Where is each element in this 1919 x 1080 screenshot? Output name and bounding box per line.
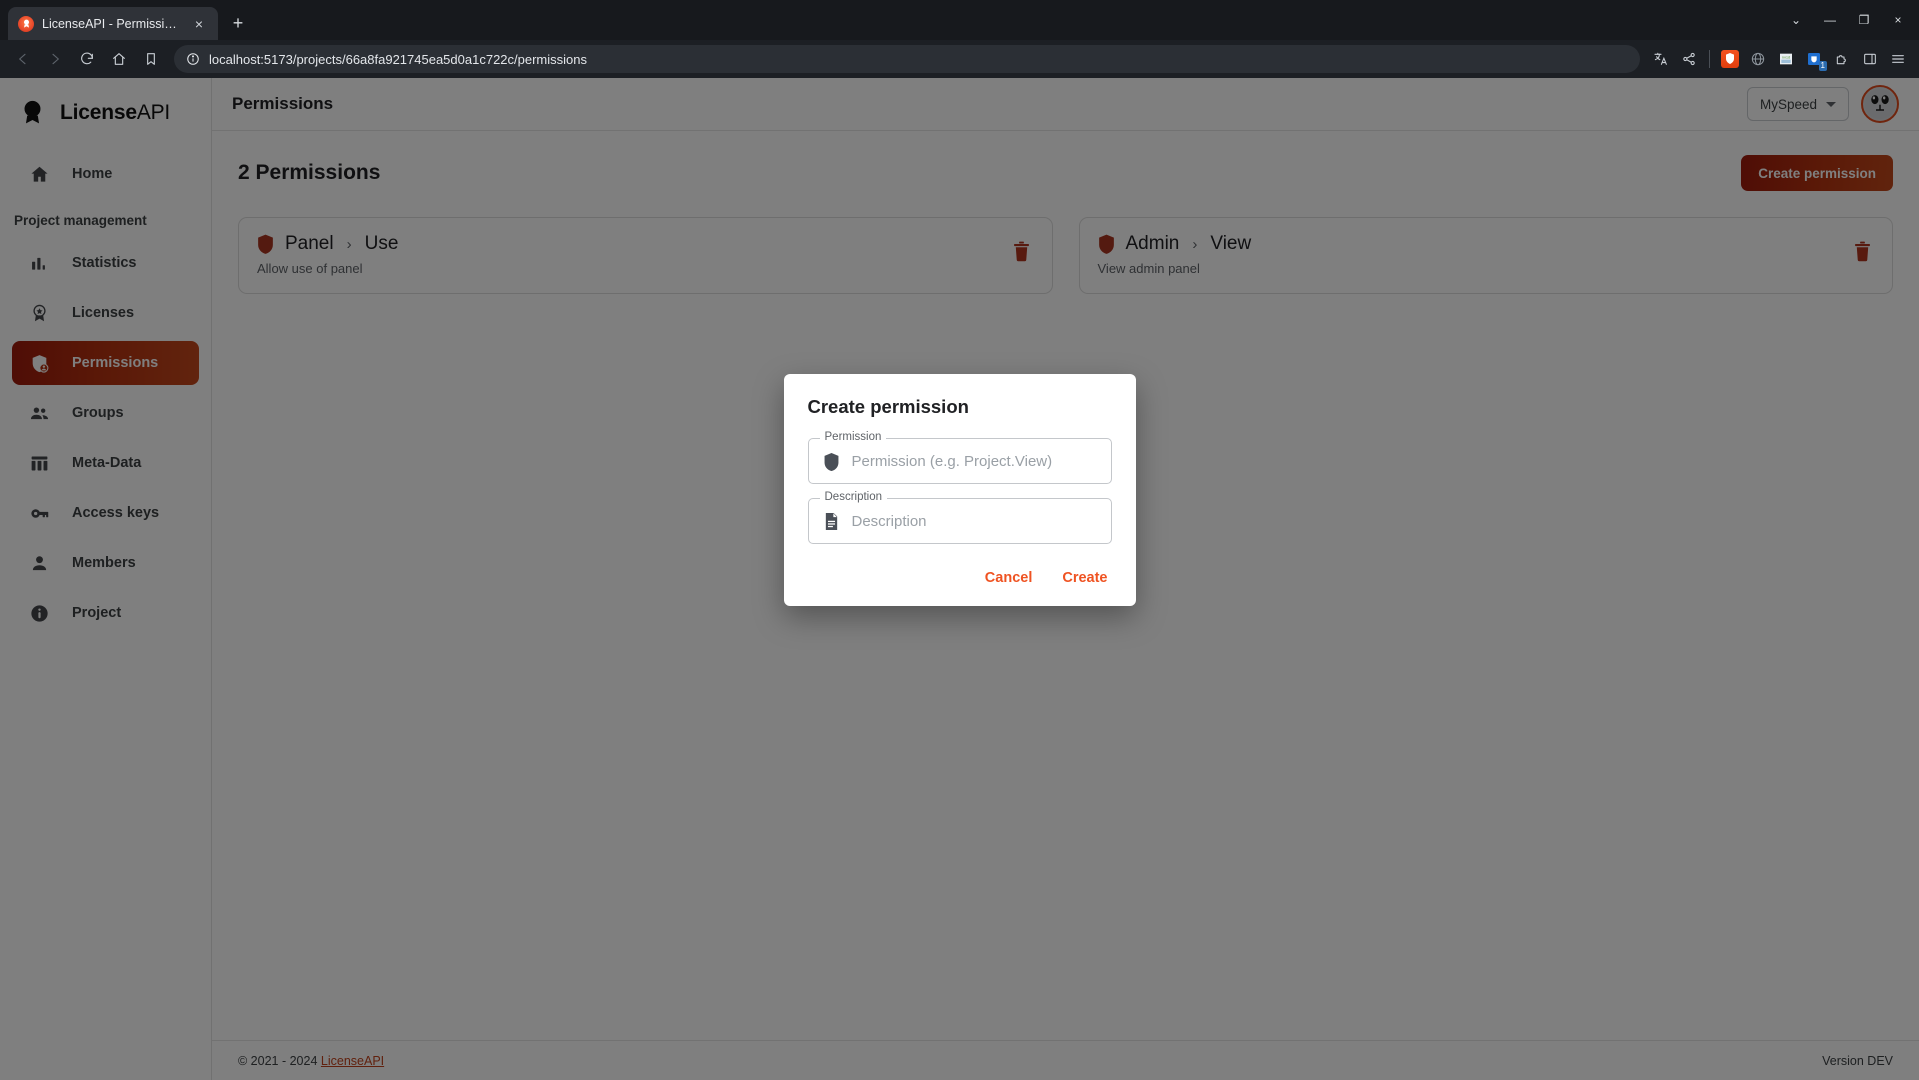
description-field-legend: Description bbox=[819, 491, 888, 503]
browser-toolbar: localhost:5173/projects/66a8fa921745ea5d… bbox=[0, 40, 1919, 78]
tab-favicon-icon bbox=[18, 15, 34, 32]
back-arrow-icon[interactable] bbox=[8, 44, 38, 74]
description-input[interactable] bbox=[851, 512, 1097, 530]
extension-badge-count: 1 bbox=[1818, 61, 1827, 71]
toolbar-divider bbox=[1709, 50, 1710, 68]
shield-icon bbox=[823, 452, 841, 471]
create-button[interactable]: Create bbox=[1060, 566, 1109, 590]
description-field[interactable]: Description bbox=[807, 491, 1112, 544]
brave-shields-icon[interactable] bbox=[1717, 46, 1743, 72]
bookmark-icon[interactable] bbox=[136, 44, 166, 74]
dialog-actions: Cancel Create bbox=[808, 566, 1112, 590]
maximize-button[interactable]: ❐ bbox=[1849, 8, 1879, 32]
window-close-button[interactable]: × bbox=[1883, 8, 1913, 32]
tab-strip: LicenseAPI - Permissions × + ⌄ — ❐ × bbox=[0, 0, 1919, 40]
url-bar[interactable]: localhost:5173/projects/66a8fa921745ea5d… bbox=[174, 45, 1640, 73]
minimize-button[interactable]: — bbox=[1815, 8, 1845, 32]
permission-input[interactable] bbox=[851, 452, 1097, 470]
permission-field[interactable]: Permission bbox=[807, 431, 1112, 484]
permission-field-legend: Permission bbox=[819, 431, 887, 443]
browser-window: LicenseAPI - Permissions × + ⌄ — ❐ × loc… bbox=[0, 0, 1919, 1080]
sidebar-panel-icon[interactable] bbox=[1857, 46, 1883, 72]
tab-close-icon[interactable]: × bbox=[190, 15, 208, 33]
create-permission-dialog: Create permission Permission Description bbox=[783, 374, 1136, 606]
cancel-button[interactable]: Cancel bbox=[983, 566, 1035, 590]
home-icon[interactable] bbox=[104, 44, 134, 74]
page-viewport: LicenseAPI Home Project management Stati… bbox=[0, 78, 1919, 1080]
reload-icon[interactable] bbox=[72, 44, 102, 74]
document-icon bbox=[823, 512, 841, 531]
dialog-title: Create permission bbox=[807, 396, 969, 417]
tab-title: LicenseAPI - Permissions bbox=[42, 16, 182, 31]
translate-icon[interactable] bbox=[1648, 46, 1674, 72]
nvidia-extension-icon[interactable]: nvid bbox=[1773, 46, 1799, 72]
svg-text:nvid: nvid bbox=[1782, 55, 1790, 59]
globe-extension-icon[interactable] bbox=[1745, 46, 1771, 72]
browser-tab[interactable]: LicenseAPI - Permissions × bbox=[8, 7, 218, 40]
site-info-icon[interactable] bbox=[186, 52, 200, 66]
new-tab-button[interactable]: + bbox=[224, 9, 252, 37]
hamburger-menu-icon[interactable] bbox=[1885, 46, 1911, 72]
share-icon[interactable] bbox=[1676, 46, 1702, 72]
tab-list-button[interactable]: ⌄ bbox=[1781, 8, 1811, 32]
window-controls: ⌄ — ❐ × bbox=[1781, 8, 1913, 32]
modal-overlay: Create permission Permission Description bbox=[0, 78, 1919, 1080]
forward-arrow-icon[interactable] bbox=[40, 44, 70, 74]
url-text: localhost:5173/projects/66a8fa921745ea5d… bbox=[209, 51, 587, 67]
puzzle-extensions-icon[interactable] bbox=[1829, 46, 1855, 72]
pocket-extension-icon[interactable]: 1 bbox=[1801, 46, 1827, 72]
